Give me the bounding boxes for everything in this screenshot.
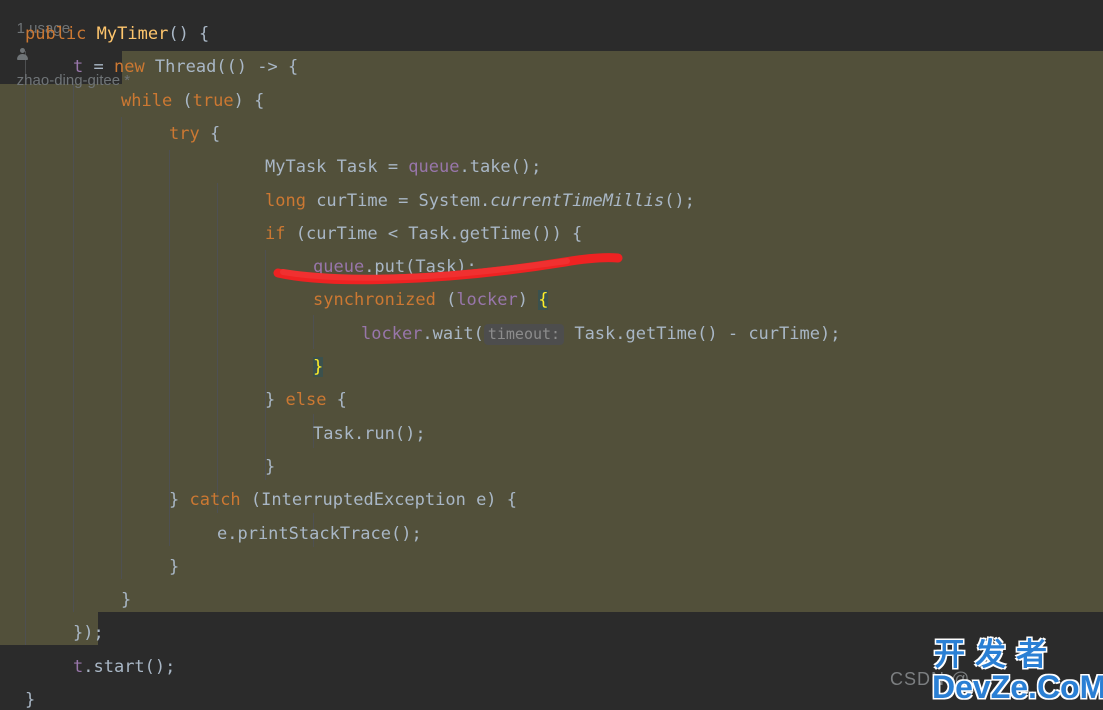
line-mytask-take-token-2: .take();: [459, 157, 542, 178]
line-task-run-token-0: Task.run();: [313, 423, 426, 444]
line-close-lambda[interactable]: });: [0, 617, 1103, 650]
line-while-true-token-2: true: [192, 90, 234, 111]
line-catch-token-1: catch: [189, 490, 241, 511]
line-queue-put[interactable]: queue.put(Task);: [0, 251, 1103, 284]
line-long-curtime-token-0: long: [265, 190, 306, 211]
line-while-true-token-1: (: [172, 90, 193, 111]
line-mytask-take[interactable]: MyTask Task = queue.take();: [0, 151, 1103, 184]
line-catch[interactable]: } catch (InterruptedException e) {: [0, 484, 1103, 517]
line-long-curtime-token-2: currentTimeMillis: [490, 190, 665, 211]
line-long-curtime-token-3: ();: [664, 190, 695, 211]
line-t-new-thread-token-2: new: [113, 57, 145, 78]
line-printstacktrace-token-0: e.printStackTrace();: [217, 523, 422, 544]
line-close-else[interactable]: }: [0, 451, 1103, 484]
line-t-new-thread-token-3: Thread(() -> {: [144, 57, 299, 78]
line-close-catch[interactable]: }: [0, 551, 1103, 584]
line-catch-token-0: }: [169, 490, 190, 511]
line-while-true-token-0: while: [121, 90, 173, 111]
line-public-mytimer[interactable]: public MyTimer() {: [0, 18, 1103, 51]
line-try-token-0: try: [169, 123, 200, 144]
line-close-while-token-0: }: [121, 590, 132, 611]
code-vision-hints[interactable]: 1 usage zhao-ding-gitee *: [0, 0, 1103, 89]
line-t-new-thread[interactable]: t = new Thread(() -> {: [0, 51, 1103, 84]
line-close-ctor-token-0: }: [25, 690, 36, 710]
line-locker-wait[interactable]: locker.wait(timeout: Task.getTime() - cu…: [0, 318, 1103, 351]
line-if-curtime[interactable]: if (curTime < Task.getTime()) {: [0, 218, 1103, 251]
line-long-curtime-token-1: curTime = System.: [305, 190, 491, 211]
line-locker-wait-token-2: timeout:: [483, 323, 565, 345]
line-t-new-thread-token-0: t: [73, 57, 84, 78]
line-if-curtime-token-0: if: [265, 223, 286, 244]
line-locker-wait-token-1: .wait(: [422, 323, 484, 344]
line-long-curtime[interactable]: long curTime = System.currentTimeMillis(…: [0, 185, 1103, 218]
line-mytask-take-token-1: queue: [408, 157, 460, 178]
line-locker-wait-token-3: Task.getTime() - curTime);: [564, 323, 841, 344]
line-mytask-take-token-0: MyTask Task =: [265, 157, 409, 178]
line-synchronized-locker-token-3: ): [517, 290, 539, 311]
line-queue-put-token-1: .put(Task);: [364, 257, 477, 278]
line-synchronized-locker-token-1: (: [435, 290, 457, 311]
line-synchronized-locker-token-2: locker: [456, 290, 518, 311]
line-public-mytimer-token-1: [86, 24, 96, 44]
line-while-true-token-3: ) {: [233, 90, 265, 111]
line-close-sync[interactable]: }: [0, 351, 1103, 384]
line-else-token-0: }: [265, 390, 286, 411]
line-close-lambda-token-0: });: [73, 623, 104, 644]
line-close-ctor[interactable]: }: [0, 684, 1103, 710]
line-synchronized-locker-token-0: synchronized: [313, 290, 436, 311]
line-try[interactable]: try {: [0, 118, 1103, 151]
line-t-start[interactable]: t.start();: [0, 651, 1103, 684]
line-printstacktrace[interactable]: e.printStackTrace();: [0, 518, 1103, 551]
line-close-catch-token-0: }: [169, 556, 180, 577]
line-close-sync-token-0: }: [313, 357, 324, 377]
code-editor-screenshot: 1 usage zhao-ding-gitee * public MyTimer…: [0, 0, 1103, 710]
line-synchronized-locker[interactable]: synchronized (locker) {: [0, 284, 1103, 317]
line-public-mytimer-token-2: MyTimer: [96, 24, 169, 44]
line-task-run[interactable]: Task.run();: [0, 418, 1103, 451]
line-close-while[interactable]: }: [0, 584, 1103, 617]
line-else-token-2: {: [326, 390, 347, 411]
line-queue-put-token-0: queue: [313, 257, 365, 278]
line-public-mytimer-token-3: () {: [168, 24, 210, 44]
line-catch-token-2: (InterruptedException e) {: [240, 490, 518, 511]
line-if-curtime-token-1: (curTime < Task.getTime()) {: [285, 223, 583, 244]
line-synchronized-locker-token-4: {: [538, 290, 549, 311]
line-public-mytimer-token-0: public: [25, 24, 87, 44]
line-t-start-token-0: t: [73, 656, 84, 677]
line-t-new-thread-token-1: =: [83, 57, 114, 78]
line-else-token-1: else: [285, 390, 327, 411]
line-t-start-token-1: .start();: [83, 656, 176, 677]
line-else[interactable]: } else {: [0, 384, 1103, 417]
line-locker-wait-token-0: locker: [361, 323, 423, 344]
line-while-true[interactable]: while (true) {: [0, 85, 1103, 118]
line-try-token-1: {: [199, 123, 221, 144]
line-close-else-token-0: }: [265, 456, 276, 477]
